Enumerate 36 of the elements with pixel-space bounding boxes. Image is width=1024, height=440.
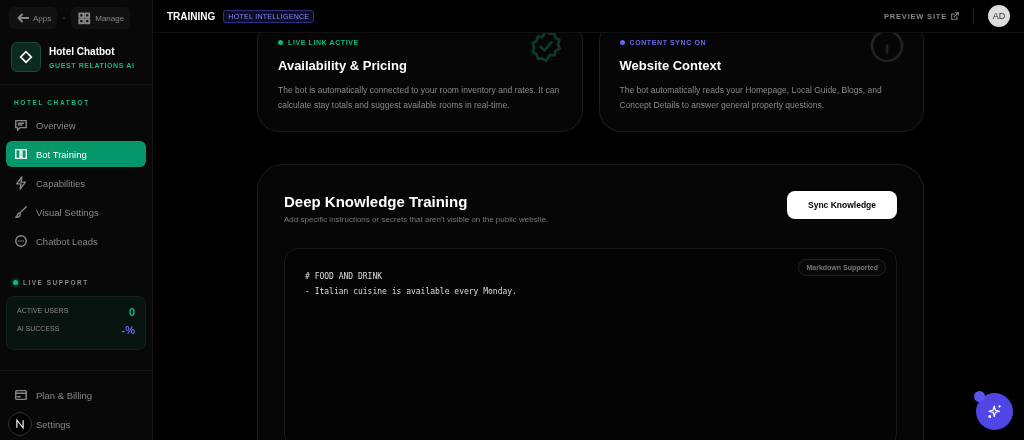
nav-item[interactable]: Settings bbox=[6, 411, 146, 437]
brush-icon bbox=[14, 205, 28, 219]
arrow-left-icon bbox=[15, 11, 29, 25]
nav-item[interactable]: Capabilities bbox=[6, 170, 146, 196]
card-title: Website Context bbox=[619, 58, 723, 73]
chat-icon bbox=[14, 118, 28, 132]
nav-item[interactable]: Visual Settings bbox=[6, 199, 146, 225]
status-dot bbox=[13, 280, 18, 285]
chat-bubble-icon bbox=[14, 234, 28, 248]
nav-item[interactable]: Chatbot Leads bbox=[6, 228, 146, 254]
book-icon bbox=[14, 147, 28, 161]
page-title: TRAINING bbox=[167, 10, 216, 22]
external-link-icon bbox=[951, 12, 959, 20]
stat-value: 0 bbox=[128, 307, 135, 317]
sparkle-button[interactable] bbox=[976, 393, 1013, 430]
avatar-button[interactable]: AD bbox=[988, 5, 1010, 27]
sync-button[interactable]: Sync Knowledge bbox=[787, 191, 897, 219]
app-name: Hotel Chatbot bbox=[49, 45, 116, 57]
sparkle-icon bbox=[985, 402, 1004, 421]
nav-item[interactable]: Overview bbox=[6, 112, 146, 138]
nav-item[interactable]: Plan & Billing bbox=[6, 382, 146, 408]
section-description: Add specific instructions or secrets that aren't visible on the public website. bbox=[284, 215, 549, 224]
nav-link[interactable]: Apps bbox=[9, 7, 58, 29]
card-description: The bot automatically reads your Homepage, Local Guide, Blogs, and Concept Details to answer general property questions. bbox=[619, 84, 883, 112]
section-heading: Deep Knowledge Training bbox=[284, 193, 469, 210]
app-logo bbox=[11, 42, 41, 72]
nav-link[interactable]: Manage bbox=[71, 7, 131, 29]
card-description: The bot is automatically connected to your room inventory and rates. It can calculate stay totals and suggest available rooms in real-time. bbox=[278, 84, 561, 112]
card-title: Availability & Pricing bbox=[278, 58, 408, 73]
notification-dot bbox=[974, 391, 985, 402]
card-icon bbox=[14, 388, 28, 402]
grid-icon bbox=[77, 11, 92, 25]
stat-value: -% bbox=[121, 325, 135, 335]
nav-item[interactable]: Bot Training bbox=[6, 141, 146, 167]
n-logo-icon bbox=[8, 412, 32, 436]
lightning-icon bbox=[14, 176, 28, 190]
